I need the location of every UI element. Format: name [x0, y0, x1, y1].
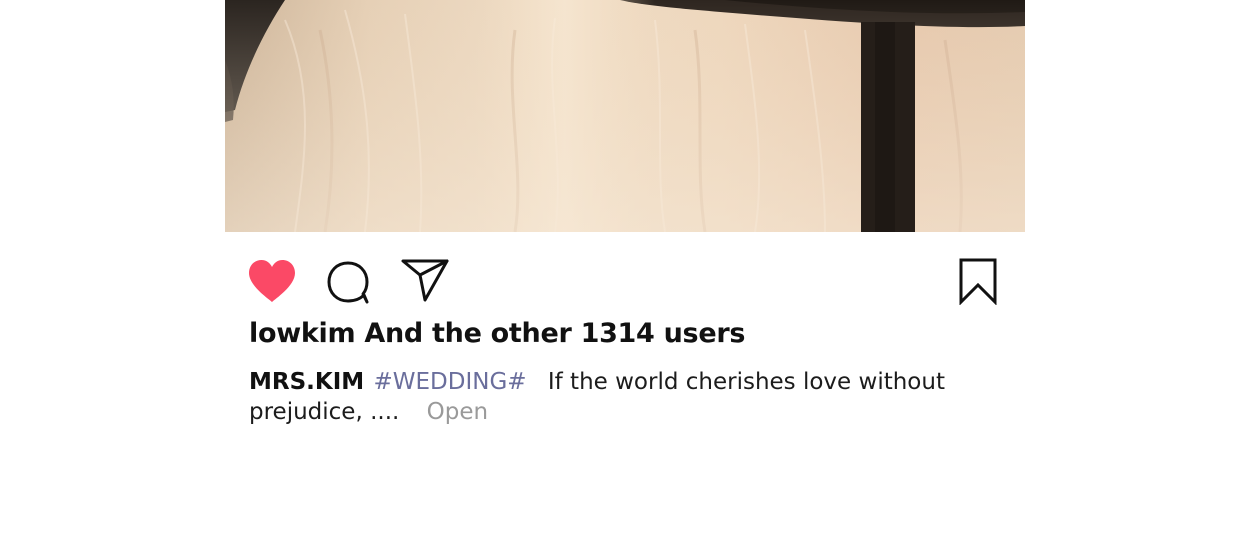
likes-summary[interactable]: lowkim And the other 1314 users	[249, 318, 745, 349]
speech-bubble-icon[interactable]	[326, 259, 372, 305]
paper-plane-icon[interactable]	[401, 258, 449, 302]
caption-open-link[interactable]: Open	[427, 399, 488, 425]
caption-hashtag[interactable]: #WEDDING#	[373, 369, 526, 395]
heart-filled-icon[interactable]	[247, 258, 297, 304]
bookmark-icon[interactable]	[958, 257, 998, 305]
wedding-dress-photo	[225, 0, 1025, 232]
post-actions-bar	[225, 232, 1025, 316]
post-card: lowkim And the other 1314 users MRS.KIM …	[225, 0, 1025, 535]
post-caption: MRS.KIM #WEDDING# If the world cherishes…	[249, 367, 949, 427]
post-photo[interactable]	[225, 0, 1025, 232]
caption-author[interactable]: MRS.KIM	[249, 369, 364, 395]
